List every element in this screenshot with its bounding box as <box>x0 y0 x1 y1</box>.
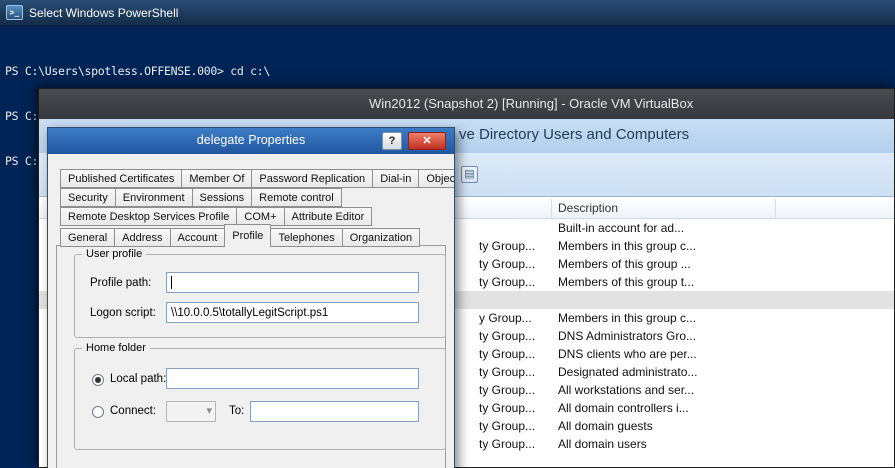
type-cell: y Group... <box>479 311 532 325</box>
profile-path-input[interactable] <box>166 272 419 293</box>
type-cell: ty Group... <box>479 347 535 361</box>
tab-remote-control[interactable]: Remote control <box>251 188 342 207</box>
description-cell: Members of this group ... <box>558 257 691 271</box>
tab-address[interactable]: Address <box>114 228 170 247</box>
virtualbox-title: Win2012 (Snapshot 2) [Running] - Oracle … <box>369 96 693 111</box>
tab-password-replication[interactable]: Password Replication <box>251 169 373 188</box>
delegate-properties-dialog: delegate Properties ? ✕ Published Certif… <box>47 127 455 468</box>
tab-rds-profile[interactable]: Remote Desktop Services Profile <box>60 207 237 226</box>
logon-script-input[interactable] <box>166 302 419 323</box>
type-cell: ty Group... <box>479 437 535 451</box>
powershell-titlebar[interactable]: >_ Select Windows PowerShell <box>0 0 895 26</box>
drive-letter-dropdown[interactable]: ▾ <box>166 401 216 422</box>
type-cell: ty Group... <box>479 257 535 271</box>
description-cell: All workstations and ser... <box>558 383 694 397</box>
description-cell: Built-in account for ad... <box>558 221 684 235</box>
home-folder-legend: Home folder <box>82 342 150 354</box>
tab-dial-in[interactable]: Dial-in <box>372 169 419 188</box>
logon-script-label: Logon script: <box>90 307 156 319</box>
tab-sessions[interactable]: Sessions <box>192 188 253 207</box>
local-path-input[interactable] <box>166 368 419 389</box>
tab-environment[interactable]: Environment <box>115 188 193 207</box>
list-view-icon[interactable]: ▤ <box>461 166 478 183</box>
tab-security[interactable]: Security <box>60 188 116 207</box>
tab-organization[interactable]: Organization <box>342 228 420 247</box>
type-cell: ty Group... <box>479 365 535 379</box>
description-cell: Members in this group c... <box>558 239 696 253</box>
tab-profile[interactable]: Profile <box>224 224 271 246</box>
tab-general[interactable]: General <box>60 228 115 247</box>
connect-label: Connect: <box>110 405 156 417</box>
user-profile-legend: User profile <box>82 248 146 260</box>
tab-row: Published CertificatesMember OfPassword … <box>60 169 455 188</box>
powershell-icon: >_ <box>6 5 23 20</box>
screen: >_ Select Windows PowerShell PS C:\Users… <box>0 0 895 468</box>
tab-published-certificates[interactable]: Published Certificates <box>60 169 182 188</box>
tab-account[interactable]: Account <box>170 228 226 247</box>
type-cell: ty Group... <box>479 329 535 343</box>
description-cell: Members in this group c... <box>558 311 696 325</box>
type-cell: ty Group... <box>479 383 535 397</box>
profile-path-label: Profile path: <box>90 277 151 289</box>
description-cell: DNS clients who are per... <box>558 347 697 361</box>
text-caret <box>171 276 172 289</box>
virtualbox-titlebar[interactable]: Win2012 (Snapshot 2) [Running] - Oracle … <box>39 89 894 119</box>
column-separator[interactable] <box>551 199 552 217</box>
tab-row: GeneralAddressAccountProfileTelephonesOr… <box>60 226 419 248</box>
description-cell: All domain guests <box>558 419 653 433</box>
to-label: To: <box>229 405 244 417</box>
console-line: PS C:\Users\spotless.OFFENSE.000> cd c:\ <box>5 64 895 79</box>
description-cell: All domain users <box>558 437 647 451</box>
tab-telephones[interactable]: Telephones <box>270 228 342 247</box>
connect-radio[interactable] <box>92 406 104 418</box>
tab-row: Remote Desktop Services ProfileCOM+Attri… <box>60 207 371 226</box>
description-cell: All domain controllers i... <box>558 401 689 415</box>
type-cell: ty Group... <box>479 239 535 253</box>
close-button[interactable]: ✕ <box>408 132 446 150</box>
tab-object[interactable]: Object <box>418 169 455 188</box>
user-profile-group <box>74 254 446 338</box>
description-cell: DNS Administrators Gro... <box>558 329 696 343</box>
local-path-radio[interactable] <box>92 374 104 386</box>
tab-row: SecurityEnvironmentSessionsRemote contro… <box>60 188 341 207</box>
description-column-header[interactable]: Description <box>558 201 618 215</box>
home-folder-group <box>74 348 446 450</box>
type-cell: ty Group... <box>479 419 535 433</box>
tab-attribute-editor[interactable]: Attribute Editor <box>284 207 373 226</box>
type-cell: ty Group... <box>479 401 535 415</box>
description-cell: Designated administrato... <box>558 365 697 379</box>
connect-to-input[interactable] <box>250 401 419 422</box>
chevron-down-icon: ▾ <box>206 404 212 417</box>
description-cell: Members of this group t... <box>558 275 694 289</box>
dialog-titlebar[interactable]: delegate Properties ? ✕ <box>48 128 454 154</box>
type-cell: ty Group... <box>479 275 535 289</box>
column-separator[interactable] <box>775 199 776 217</box>
local-path-label: Local path: <box>110 373 166 385</box>
tab-member-of[interactable]: Member Of <box>181 169 252 188</box>
help-button[interactable]: ? <box>382 132 402 150</box>
ad-window-title: ve Directory Users and Computers <box>459 126 689 143</box>
powershell-title: Select Windows PowerShell <box>29 6 178 20</box>
